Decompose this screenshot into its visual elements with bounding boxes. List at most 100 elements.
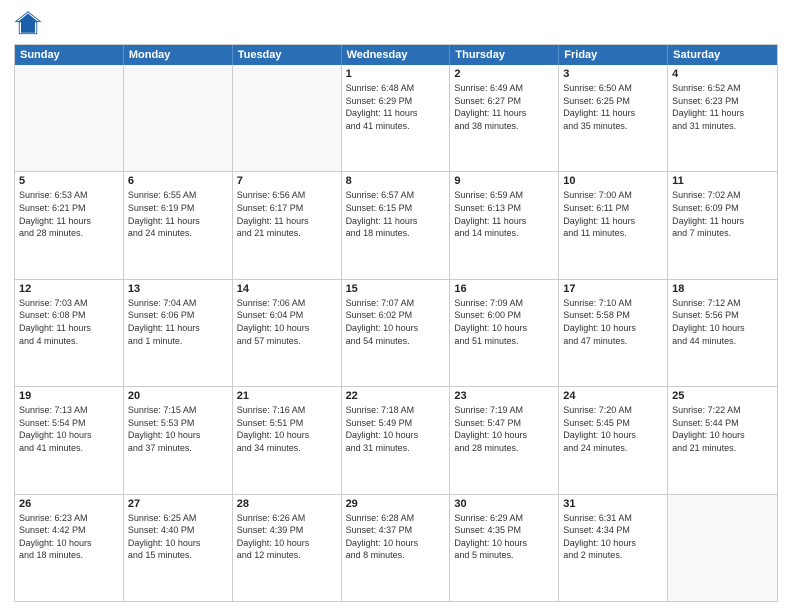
day-number: 7 <box>237 175 337 187</box>
day-number: 8 <box>346 175 446 187</box>
calendar-header-cell: Monday <box>124 45 233 65</box>
calendar-row: 5 Sunrise: 6:53 AM Sunset: 6:21 PM Daylig… <box>15 172 777 279</box>
day-number: 27 <box>128 498 228 510</box>
calendar-cell: 6 Sunrise: 6:55 AM Sunset: 6:19 PM Daylig… <box>124 172 233 278</box>
calendar-cell: 31 Sunrise: 6:31 AM Sunset: 4:34 PM Dayli… <box>559 495 668 601</box>
calendar-cell: 12 Sunrise: 7:03 AM Sunset: 6:08 PM Dayli… <box>15 280 124 386</box>
calendar-cell: 20Sunrise: 7:15 AM Sunset: 5:53 PM Dayli… <box>124 387 233 493</box>
day-number: 28 <box>237 498 337 510</box>
day-number: 11 <box>672 175 773 187</box>
day-info: Sunrise: 7:03 AM Sunset: 6:08 PM Dayligh… <box>19 297 119 347</box>
day-number: 6 <box>128 175 228 187</box>
calendar-cell: 17 Sunrise: 7:10 AM Sunset: 5:58 PM Dayli… <box>559 280 668 386</box>
calendar-header-cell: Sunday <box>15 45 124 65</box>
calendar-body: 1 Sunrise: 6:48 AM Sunset: 6:29 PM Daylig… <box>15 65 777 601</box>
day-number: 18 <box>672 283 773 295</box>
header <box>14 10 778 38</box>
day-info: Sunrise: 6:53 AM Sunset: 6:21 PM Dayligh… <box>19 189 119 239</box>
day-number: 30 <box>454 498 554 510</box>
day-number: 20 <box>128 390 228 402</box>
day-info: Sunrise: 6:50 AM Sunset: 6:25 PM Dayligh… <box>563 82 663 132</box>
day-info: Sunrise: 7:19 AM Sunset: 5:47 PM Dayligh… <box>454 404 554 454</box>
day-number: 12 <box>19 283 119 295</box>
logo <box>14 10 46 38</box>
calendar-cell: 24 Sunrise: 7:20 AM Sunset: 5:45 PM Dayli… <box>559 387 668 493</box>
calendar-cell <box>124 65 233 171</box>
day-info: Sunrise: 6:28 AM Sunset: 4:37 PM Dayligh… <box>346 512 446 562</box>
day-info: Sunrise: 6:31 AM Sunset: 4:34 PM Dayligh… <box>563 512 663 562</box>
day-info: Sunrise: 7:00 AM Sunset: 6:11 PM Dayligh… <box>563 189 663 239</box>
calendar-row: 12 Sunrise: 7:03 AM Sunset: 6:08 PM Dayli… <box>15 280 777 387</box>
day-info: Sunrise: 6:57 AM Sunset: 6:15 PM Dayligh… <box>346 189 446 239</box>
calendar-cell: 11 Sunrise: 7:02 AM Sunset: 6:09 PM Dayli… <box>668 172 777 278</box>
calendar-cell: 22Sunrise: 7:18 AM Sunset: 5:49 PM Dayli… <box>342 387 451 493</box>
day-number: 10 <box>563 175 663 187</box>
day-number: 25 <box>672 390 773 402</box>
day-info: Sunrise: 6:59 AM Sunset: 6:13 PM Dayligh… <box>454 189 554 239</box>
day-info: Sunrise: 6:55 AM Sunset: 6:19 PM Dayligh… <box>128 189 228 239</box>
day-info: Sunrise: 7:04 AM Sunset: 6:06 PM Dayligh… <box>128 297 228 347</box>
calendar-header-cell: Friday <box>559 45 668 65</box>
calendar-cell: 14 Sunrise: 7:06 AM Sunset: 6:04 PM Dayli… <box>233 280 342 386</box>
calendar-cell: 8 Sunrise: 6:57 AM Sunset: 6:15 PM Daylig… <box>342 172 451 278</box>
day-number: 24 <box>563 390 663 402</box>
day-number: 4 <box>672 68 773 80</box>
day-info: Sunrise: 6:23 AM Sunset: 4:42 PM Dayligh… <box>19 512 119 562</box>
day-number: 14 <box>237 283 337 295</box>
calendar-cell: 29 Sunrise: 6:28 AM Sunset: 4:37 PM Dayli… <box>342 495 451 601</box>
calendar-cell: 5 Sunrise: 6:53 AM Sunset: 6:21 PM Daylig… <box>15 172 124 278</box>
day-info: Sunrise: 7:02 AM Sunset: 6:09 PM Dayligh… <box>672 189 773 239</box>
day-number: 26 <box>19 498 119 510</box>
calendar-header-cell: Wednesday <box>342 45 451 65</box>
day-number: 23 <box>454 390 554 402</box>
calendar-cell <box>15 65 124 171</box>
day-info: Sunrise: 6:56 AM Sunset: 6:17 PM Dayligh… <box>237 189 337 239</box>
day-number: 29 <box>346 498 446 510</box>
calendar-header-row: SundayMondayTuesdayWednesdayThursdayFrid… <box>15 45 777 65</box>
calendar-cell: 2 Sunrise: 6:49 AM Sunset: 6:27 PM Daylig… <box>450 65 559 171</box>
day-number: 17 <box>563 283 663 295</box>
day-info: Sunrise: 7:10 AM Sunset: 5:58 PM Dayligh… <box>563 297 663 347</box>
day-number: 15 <box>346 283 446 295</box>
calendar-cell: 3Sunrise: 6:50 AM Sunset: 6:25 PM Daylig… <box>559 65 668 171</box>
day-number: 13 <box>128 283 228 295</box>
day-number: 1 <box>346 68 446 80</box>
calendar-row: 1 Sunrise: 6:48 AM Sunset: 6:29 PM Daylig… <box>15 65 777 172</box>
day-info: Sunrise: 6:52 AM Sunset: 6:23 PM Dayligh… <box>672 82 773 132</box>
calendar-cell <box>233 65 342 171</box>
day-info: Sunrise: 6:49 AM Sunset: 6:27 PM Dayligh… <box>454 82 554 132</box>
calendar-cell: 16 Sunrise: 7:09 AM Sunset: 6:00 PM Dayli… <box>450 280 559 386</box>
calendar: SundayMondayTuesdayWednesdayThursdayFrid… <box>14 44 778 602</box>
day-info: Sunrise: 7:16 AM Sunset: 5:51 PM Dayligh… <box>237 404 337 454</box>
day-info: Sunrise: 7:09 AM Sunset: 6:00 PM Dayligh… <box>454 297 554 347</box>
day-number: 9 <box>454 175 554 187</box>
day-number: 31 <box>563 498 663 510</box>
day-number: 5 <box>19 175 119 187</box>
day-number: 16 <box>454 283 554 295</box>
day-number: 22 <box>346 390 446 402</box>
day-info: Sunrise: 7:06 AM Sunset: 6:04 PM Dayligh… <box>237 297 337 347</box>
calendar-row: 19Sunrise: 7:13 AM Sunset: 5:54 PM Dayli… <box>15 387 777 494</box>
day-info: Sunrise: 6:48 AM Sunset: 6:29 PM Dayligh… <box>346 82 446 132</box>
calendar-cell: 4 Sunrise: 6:52 AM Sunset: 6:23 PM Daylig… <box>668 65 777 171</box>
calendar-header-cell: Tuesday <box>233 45 342 65</box>
calendar-row: 26 Sunrise: 6:23 AM Sunset: 4:42 PM Dayli… <box>15 495 777 601</box>
page: SundayMondayTuesdayWednesdayThursdayFrid… <box>0 0 792 612</box>
calendar-cell: 28Sunrise: 6:26 AM Sunset: 4:39 PM Dayli… <box>233 495 342 601</box>
calendar-header-cell: Saturday <box>668 45 777 65</box>
calendar-cell: 13 Sunrise: 7:04 AM Sunset: 6:06 PM Dayli… <box>124 280 233 386</box>
calendar-cell: 15Sunrise: 7:07 AM Sunset: 6:02 PM Dayli… <box>342 280 451 386</box>
calendar-cell: 9 Sunrise: 6:59 AM Sunset: 6:13 PM Daylig… <box>450 172 559 278</box>
day-info: Sunrise: 6:29 AM Sunset: 4:35 PM Dayligh… <box>454 512 554 562</box>
day-info: Sunrise: 7:12 AM Sunset: 5:56 PM Dayligh… <box>672 297 773 347</box>
day-number: 2 <box>454 68 554 80</box>
calendar-cell: 7 Sunrise: 6:56 AM Sunset: 6:17 PM Daylig… <box>233 172 342 278</box>
day-info: Sunrise: 7:13 AM Sunset: 5:54 PM Dayligh… <box>19 404 119 454</box>
calendar-cell: 30 Sunrise: 6:29 AM Sunset: 4:35 PM Dayli… <box>450 495 559 601</box>
calendar-cell: 1 Sunrise: 6:48 AM Sunset: 6:29 PM Daylig… <box>342 65 451 171</box>
calendar-cell: 21 Sunrise: 7:16 AM Sunset: 5:51 PM Dayli… <box>233 387 342 493</box>
day-info: Sunrise: 7:20 AM Sunset: 5:45 PM Dayligh… <box>563 404 663 454</box>
day-number: 21 <box>237 390 337 402</box>
calendar-cell: 10 Sunrise: 7:00 AM Sunset: 6:11 PM Dayli… <box>559 172 668 278</box>
calendar-cell: 25Sunrise: 7:22 AM Sunset: 5:44 PM Dayli… <box>668 387 777 493</box>
